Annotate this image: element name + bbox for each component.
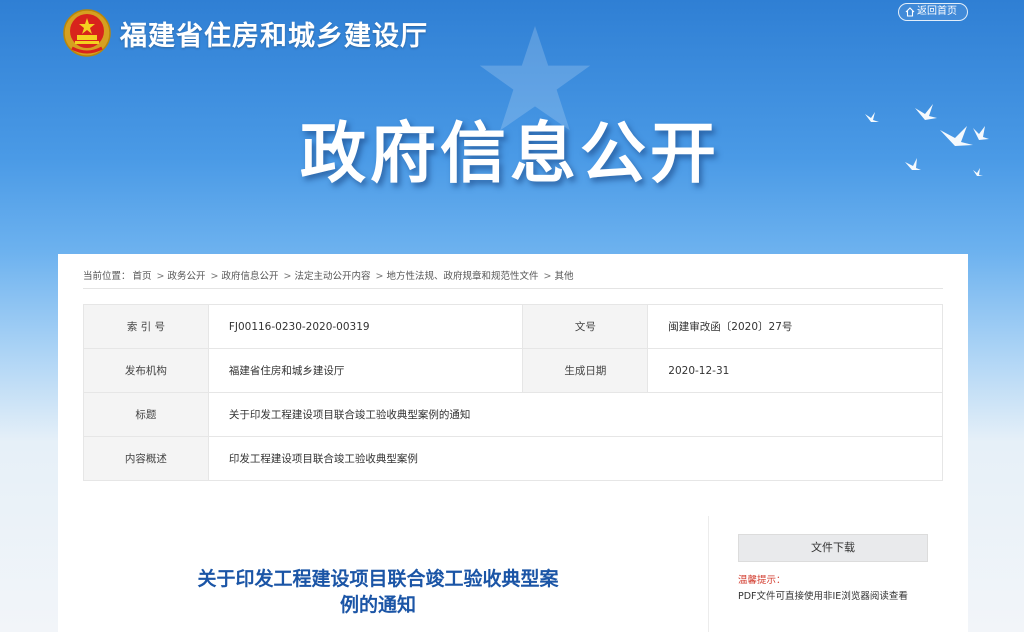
breadcrumb-separator: > xyxy=(283,271,292,282)
title-value: 关于印发工程建设项目联合竣工验收典型案例的通知 xyxy=(207,392,944,437)
content-panel: 当前位置： 首页 > 政务公开 > 政府信息公开 > 法定主动公开内容 > 地方性法规、政府规章和… xyxy=(58,254,968,632)
table-row: 索 引 号 FJ00116-0230-2020-00319 文号 闽建审改函〔2… xyxy=(83,304,943,349)
index-label: 索 引 号 xyxy=(83,304,209,349)
breadcrumb-item-statutory-content[interactable]: 法定主动公开内容 xyxy=(294,271,370,282)
header-banner: 福建省住房和城乡建设厅 返回首页 政府信息公开 xyxy=(0,0,1024,250)
index-value: FJ00116-0230-2020-00319 xyxy=(207,304,524,349)
breadcrumb: 当前位置： 首页 > 政务公开 > 政府信息公开 > 法定主动公开内容 > 地方性法规、政府规章和… xyxy=(83,268,575,282)
docno-value: 闽建审改函〔2020〕27号 xyxy=(647,304,943,349)
breadcrumb-separator: > xyxy=(156,271,165,282)
document-title-line2: 例的通知 xyxy=(339,594,416,616)
summary-label: 内容概述 xyxy=(83,436,209,481)
publisher-label: 发布机构 xyxy=(83,348,209,393)
breadcrumb-separator: > xyxy=(543,271,552,282)
breadcrumb-item-regulations[interactable]: 地方性法规、政府规章和规范性文件 xyxy=(386,271,538,282)
date-value: 2020-12-31 xyxy=(647,348,943,393)
breadcrumb-item-info-disclosure[interactable]: 政府信息公开 xyxy=(221,271,278,282)
back-home-label: 返回首页 xyxy=(917,6,957,17)
info-table: 索 引 号 FJ00116-0230-2020-00319 文号 闽建审改函〔2… xyxy=(83,304,944,481)
site-title[interactable]: 福建省住房和城乡建设厅 xyxy=(120,14,428,53)
summary-value: 印发工程建设项目联合竣工验收典型案例 xyxy=(207,436,944,481)
breadcrumb-separator: > xyxy=(375,271,384,282)
breadcrumb-item-government-affairs[interactable]: 政务公开 xyxy=(168,271,206,282)
breadcrumb-item-other[interactable]: 其他 xyxy=(554,271,573,282)
breadcrumb-prefix: 当前位置： xyxy=(83,271,131,282)
title-label: 标题 xyxy=(83,392,209,437)
doves-decoration-icon xyxy=(865,104,989,176)
table-row: 标题 关于印发工程建设项目联合竣工验收典型案例的通知 xyxy=(83,392,944,437)
back-home-button[interactable]: 返回首页 xyxy=(898,3,968,21)
docno-label: 文号 xyxy=(522,304,649,349)
home-icon xyxy=(905,7,915,17)
breadcrumb-item-home[interactable]: 首页 xyxy=(133,271,152,282)
document-title-line1: 关于印发工程建设项目联合竣工验收典型案 xyxy=(197,568,559,590)
document-title: 关于印发工程建设项目联合竣工验收典型案 例的通知 xyxy=(168,566,588,618)
date-label: 生成日期 xyxy=(522,348,649,393)
national-emblem-icon xyxy=(63,9,111,57)
tip-text: PDF文件可直接使用非IE浏览器阅读查看 xyxy=(738,591,908,602)
publisher-value: 福建省住房和城乡建设厅 xyxy=(207,348,524,393)
breadcrumb-divider xyxy=(83,288,943,289)
tip-title: 温馨提示： xyxy=(738,575,786,586)
table-row: 内容概述 印发工程建设项目联合竣工验收典型案例 xyxy=(83,436,944,481)
file-download-button[interactable]: 文件下载 xyxy=(738,534,928,562)
breadcrumb-separator: > xyxy=(210,271,219,282)
sidebar-divider xyxy=(708,516,709,632)
banner-title: 政府信息公开 xyxy=(300,115,720,192)
table-row: 发布机构 福建省住房和城乡建设厅 生成日期 2020-12-31 xyxy=(83,348,943,393)
